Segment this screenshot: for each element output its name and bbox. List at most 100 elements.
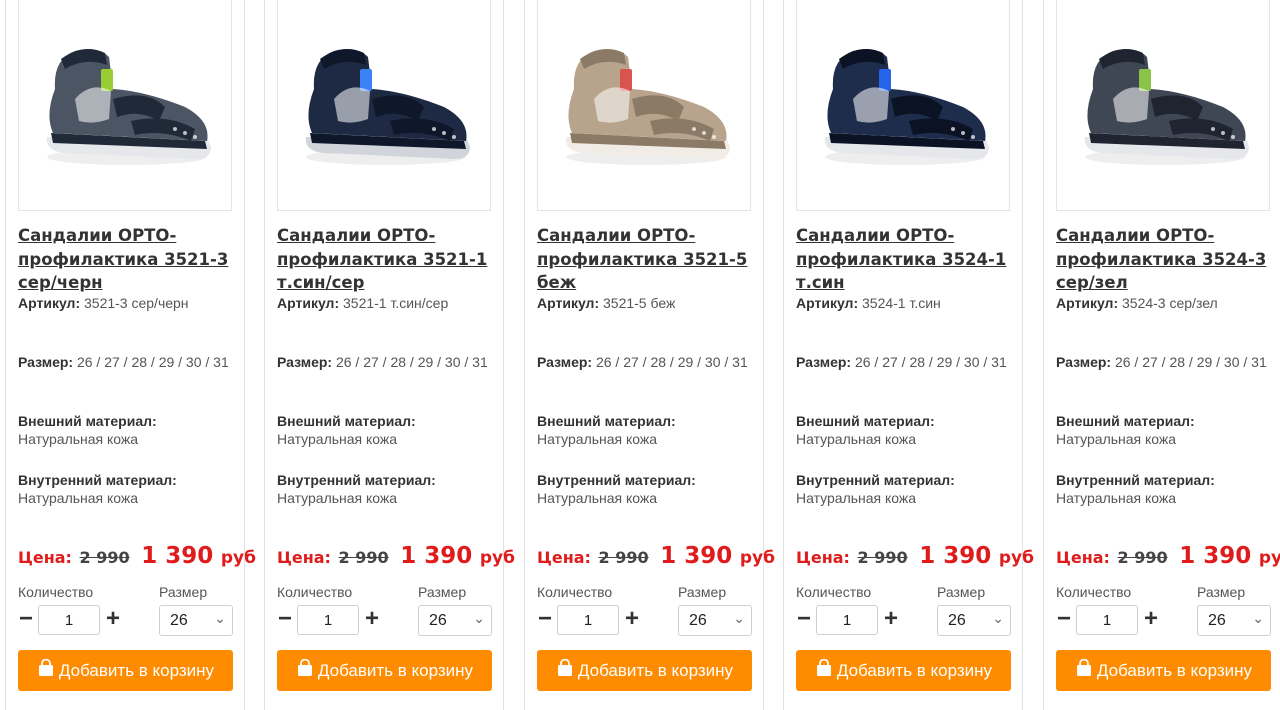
sizes-row: Размер: 26 / 27 / 28 / 29 / 30 / 31	[18, 353, 234, 371]
inner-material-row: Внутренний материал: Натуральная кожа	[537, 471, 753, 507]
outer-material-value: Натуральная кожа	[277, 431, 398, 447]
article-label: Артикул:	[277, 295, 340, 311]
sizes-row: Размер: 26 / 27 / 28 / 29 / 30 / 31	[277, 353, 493, 371]
article-value: 3524-1 т.син	[862, 295, 941, 311]
decrease-quantity-button[interactable]: −	[537, 607, 553, 631]
increase-quantity-button[interactable]: +	[104, 607, 122, 631]
new-price: 1 390	[400, 543, 473, 569]
product-title[interactable]: Сандалии ОРТО-профилактика 3524-1 т.син	[796, 224, 1010, 295]
inner-material-value: Натуральная кожа	[796, 490, 917, 506]
increase-quantity-button[interactable]: +	[1142, 607, 1160, 631]
currency: руб	[220, 548, 256, 568]
quantity-input[interactable]	[38, 605, 100, 635]
decrease-quantity-button[interactable]: −	[1056, 607, 1072, 631]
quantity-input[interactable]	[297, 605, 359, 635]
sizes-label: Размер:	[1056, 354, 1112, 370]
quantity-label: Количество	[1056, 584, 1132, 600]
product-title[interactable]: Сандалии ОРТО-профилактика 3521-3 сер/че…	[18, 224, 232, 295]
outer-material-label: Внешний материал:	[1056, 413, 1195, 429]
article-row: Артикул: 3524-1 т.син	[796, 294, 1012, 312]
size-select[interactable]: 26 ⌄	[678, 605, 752, 636]
article-value: 3521-1 т.син/сер	[343, 295, 449, 311]
quantity-input[interactable]	[1076, 605, 1138, 635]
sizes-row: Размер: 26 / 27 / 28 / 29 / 30 / 31	[537, 353, 753, 371]
decrease-quantity-button[interactable]: −	[18, 607, 34, 631]
size-select-label: Размер	[159, 584, 208, 600]
size-select[interactable]: 26 ⌄	[418, 605, 492, 636]
product-card: Сандалии ОРТО-профилактика 3521-3 сер/че…	[5, 0, 256, 710]
shopping-bag-icon	[556, 658, 574, 682]
size-select-value: 26	[170, 612, 188, 629]
product-title[interactable]: Сандалии ОРТО-профилактика 3521-5 беж	[537, 224, 751, 295]
outer-material-label: Внешний материал:	[18, 413, 157, 429]
price-label: Цена:	[18, 548, 72, 567]
article-value: 3521-3 сер/черн	[84, 295, 189, 311]
inner-material-label: Внутренний материал:	[537, 472, 696, 488]
size-select[interactable]: 26 ⌄	[1197, 605, 1271, 636]
add-to-cart-button[interactable]: Добавить в корзину	[277, 650, 492, 691]
currency: руб	[739, 548, 775, 568]
currency: руб	[1258, 548, 1280, 568]
article-value: 3524-3 сер/зел	[1122, 295, 1218, 311]
sizes-value: 26 / 27 / 28 / 29 / 30 / 31	[335, 354, 488, 370]
new-price: 1 390	[919, 543, 992, 569]
add-to-cart-label: Добавить в корзину	[577, 660, 734, 680]
add-to-cart-label: Добавить в корзину	[1096, 660, 1253, 680]
product-image[interactable]	[1056, 0, 1270, 211]
add-to-cart-button[interactable]: Добавить в корзину	[537, 650, 752, 691]
product-card: Сандалии ОРТО-профилактика 3521-1 т.син/…	[264, 0, 515, 710]
increase-quantity-button[interactable]: +	[363, 607, 381, 631]
price-block: Цена: 2 990 1 390 руб	[796, 543, 1034, 569]
increase-quantity-button[interactable]: +	[623, 607, 641, 631]
decrease-quantity-button[interactable]: −	[796, 607, 812, 631]
product-image[interactable]	[277, 0, 491, 211]
quantity-label: Количество	[537, 584, 613, 600]
size-select[interactable]: 26 ⌄	[159, 605, 233, 636]
decrease-quantity-button[interactable]: −	[277, 607, 293, 631]
add-to-cart-label: Добавить в корзину	[317, 660, 474, 680]
product-card: Сандалии ОРТО-профилактика 3524-1 т.син …	[783, 0, 1034, 710]
sizes-row: Размер: 26 / 27 / 28 / 29 / 30 / 31	[796, 353, 1012, 371]
size-select-label: Размер	[1197, 584, 1246, 600]
size-select-label: Размер	[678, 584, 727, 600]
product-image[interactable]	[796, 0, 1010, 211]
add-to-cart-button[interactable]: Добавить в корзину	[796, 650, 1011, 691]
old-price: 2 990	[338, 548, 389, 567]
chevron-down-icon: ⌄	[473, 610, 485, 626]
add-to-cart-button[interactable]: Добавить в корзину	[1056, 650, 1271, 691]
old-price: 2 990	[857, 548, 908, 567]
chevron-down-icon: ⌄	[214, 610, 226, 626]
sizes-value: 26 / 27 / 28 / 29 / 30 / 31	[76, 354, 229, 370]
new-price: 1 390	[660, 543, 733, 569]
sizes-value: 26 / 27 / 28 / 29 / 30 / 31	[1114, 354, 1267, 370]
product-image[interactable]	[537, 0, 751, 211]
sandal-image	[824, 49, 989, 165]
add-to-cart-label: Добавить в корзину	[836, 660, 993, 680]
inner-material-row: Внутренний материал: Натуральная кожа	[1056, 471, 1272, 507]
inner-material-value: Натуральная кожа	[18, 490, 139, 506]
size-select[interactable]: 26 ⌄	[937, 605, 1011, 636]
inner-material-label: Внутренний материал:	[277, 472, 436, 488]
new-price: 1 390	[141, 543, 214, 569]
sandal-image	[1084, 49, 1249, 165]
sandal-image	[565, 49, 730, 165]
article-row: Артикул: 3524-3 сер/зел	[1056, 294, 1272, 312]
quantity-input[interactable]	[816, 605, 878, 635]
chevron-down-icon: ⌄	[992, 610, 1004, 626]
size-select-value: 26	[948, 612, 966, 629]
price-block: Цена: 2 990 1 390 руб	[537, 543, 775, 569]
size-select-label: Размер	[937, 584, 986, 600]
sizes-label: Размер:	[277, 354, 333, 370]
sizes-value: 26 / 27 / 28 / 29 / 30 / 31	[595, 354, 748, 370]
inner-material-label: Внутренний материал:	[796, 472, 955, 488]
old-price: 2 990	[79, 548, 130, 567]
add-to-cart-button[interactable]: Добавить в корзину	[18, 650, 233, 691]
size-select-value: 26	[429, 612, 447, 629]
product-image[interactable]	[18, 0, 232, 211]
price-block: Цена: 2 990 1 390 руб	[1056, 543, 1280, 569]
inner-material-row: Внутренний материал: Натуральная кожа	[18, 471, 234, 507]
quantity-input[interactable]	[557, 605, 619, 635]
product-title[interactable]: Сандалии ОРТО-профилактика 3524-3 сер/зе…	[1056, 224, 1270, 295]
increase-quantity-button[interactable]: +	[882, 607, 900, 631]
product-title[interactable]: Сандалии ОРТО-профилактика 3521-1 т.син/…	[277, 224, 491, 295]
